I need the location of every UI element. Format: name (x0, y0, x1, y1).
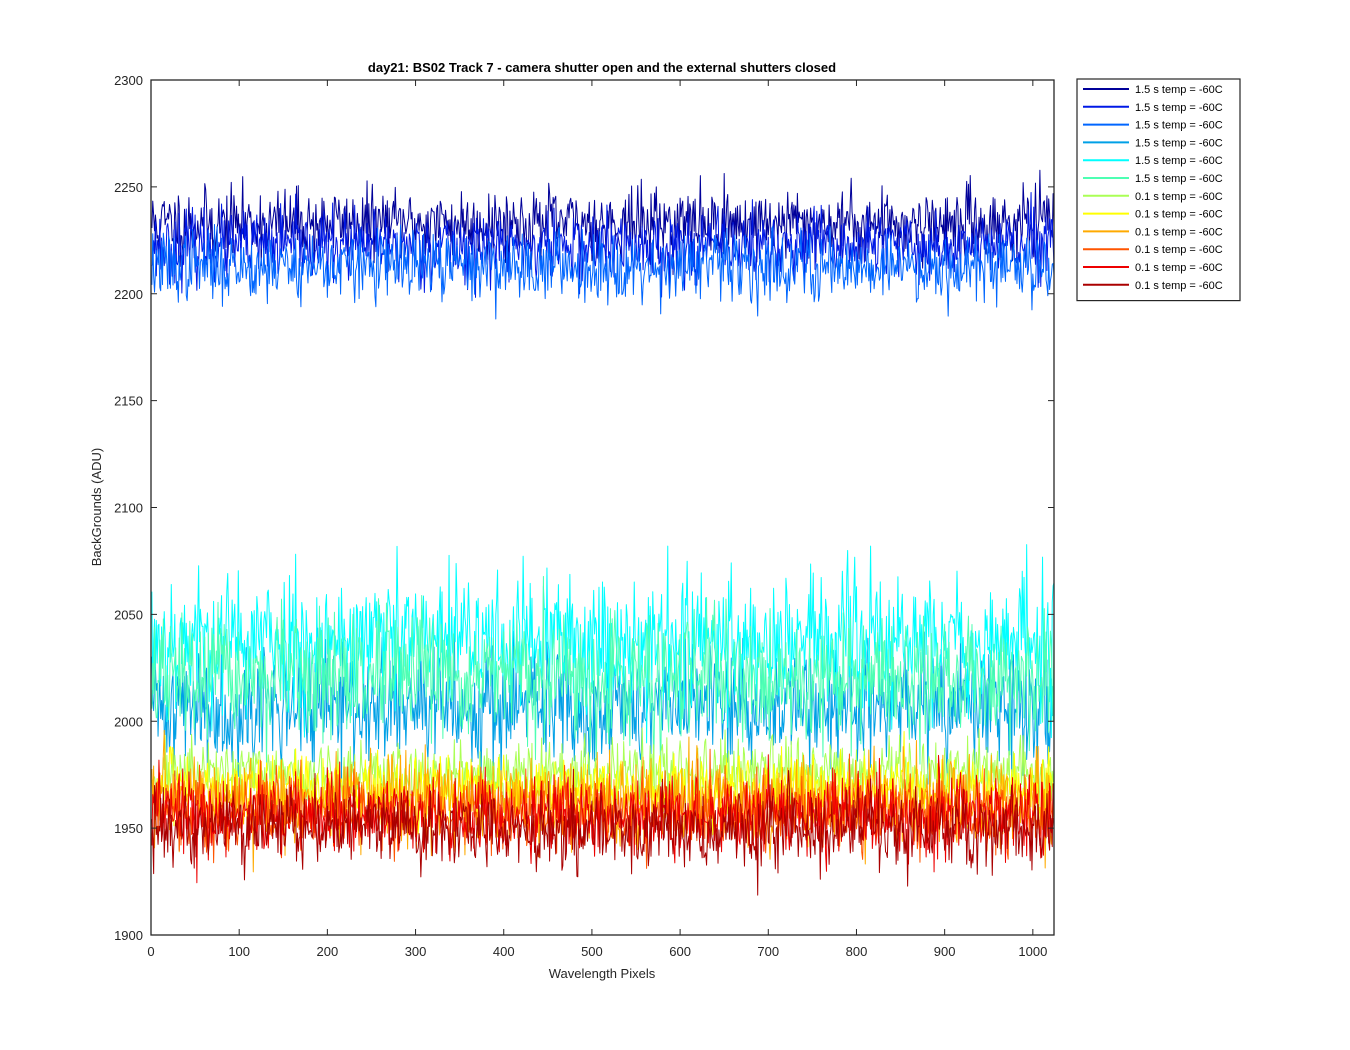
legend-entry-11: 0.1 s temp = -60C (1135, 280, 1223, 292)
chart-title: day21: BS02 Track 7 - camera shutter ope… (368, 60, 836, 75)
y-axis-label: BackGrounds (ADU) (89, 448, 104, 566)
y-tick-label-5: 2150 (114, 394, 143, 409)
chart: day21: BS02 Track 7 - camera shutter ope… (0, 0, 1350, 1050)
x-tick-label-5: 500 (581, 944, 603, 959)
legend-entry-10: 0.1 s temp = -60C (1135, 262, 1223, 274)
legend-entry-5: 1.5 s temp = -60C (1135, 173, 1223, 185)
y-tick-label-6: 2200 (114, 287, 143, 302)
x-tick-label-0: 0 (147, 944, 154, 959)
legend: 1.5 s temp = -60C 1.5 s temp = -60C 1.5 s … (1076, 78, 1241, 302)
x-tick-label-3: 300 (405, 944, 427, 959)
y-tick-label-3: 2050 (114, 607, 143, 622)
x-tick-label-8: 800 (846, 944, 868, 959)
y-tick-label-7: 2250 (114, 180, 143, 195)
y-tick-label-0: 1900 (114, 928, 143, 943)
y-tick-label-1: 1950 (114, 821, 143, 836)
x-tick-label-1: 100 (228, 944, 250, 959)
x-tick-label-9: 900 (934, 944, 956, 959)
y-tick-label-8: 2300 (114, 73, 143, 88)
x-tick-label-6: 600 (669, 944, 691, 959)
x-tick-label-10: 1000 (1018, 944, 1047, 959)
legend-entry-9: 0.1 s temp = -60C (1135, 244, 1223, 256)
legend-entry-0: 1.5 s temp = -60C (1135, 84, 1223, 96)
x-tick-label-7: 700 (757, 944, 779, 959)
x-axis-label: Wavelength Pixels (549, 966, 656, 981)
y-tick-label-4: 2100 (114, 501, 143, 516)
legend-entry-8: 0.1 s temp = -60C (1135, 226, 1223, 238)
legend-entry-4: 1.5 s temp = -60C (1135, 155, 1223, 167)
legend-entry-2: 1.5 s temp = -60C (1135, 120, 1223, 132)
x-tick-label-4: 400 (493, 944, 515, 959)
legend-entry-6: 0.1 s temp = -60C (1135, 191, 1223, 203)
legend-entry-3: 1.5 s temp = -60C (1135, 137, 1223, 149)
y-tick-label-2: 2000 (114, 714, 143, 729)
legend-entry-7: 0.1 s temp = -60C (1135, 209, 1223, 221)
x-tick-label-2: 200 (317, 944, 339, 959)
legend-entry-1: 1.5 s temp = -60C (1135, 102, 1223, 114)
